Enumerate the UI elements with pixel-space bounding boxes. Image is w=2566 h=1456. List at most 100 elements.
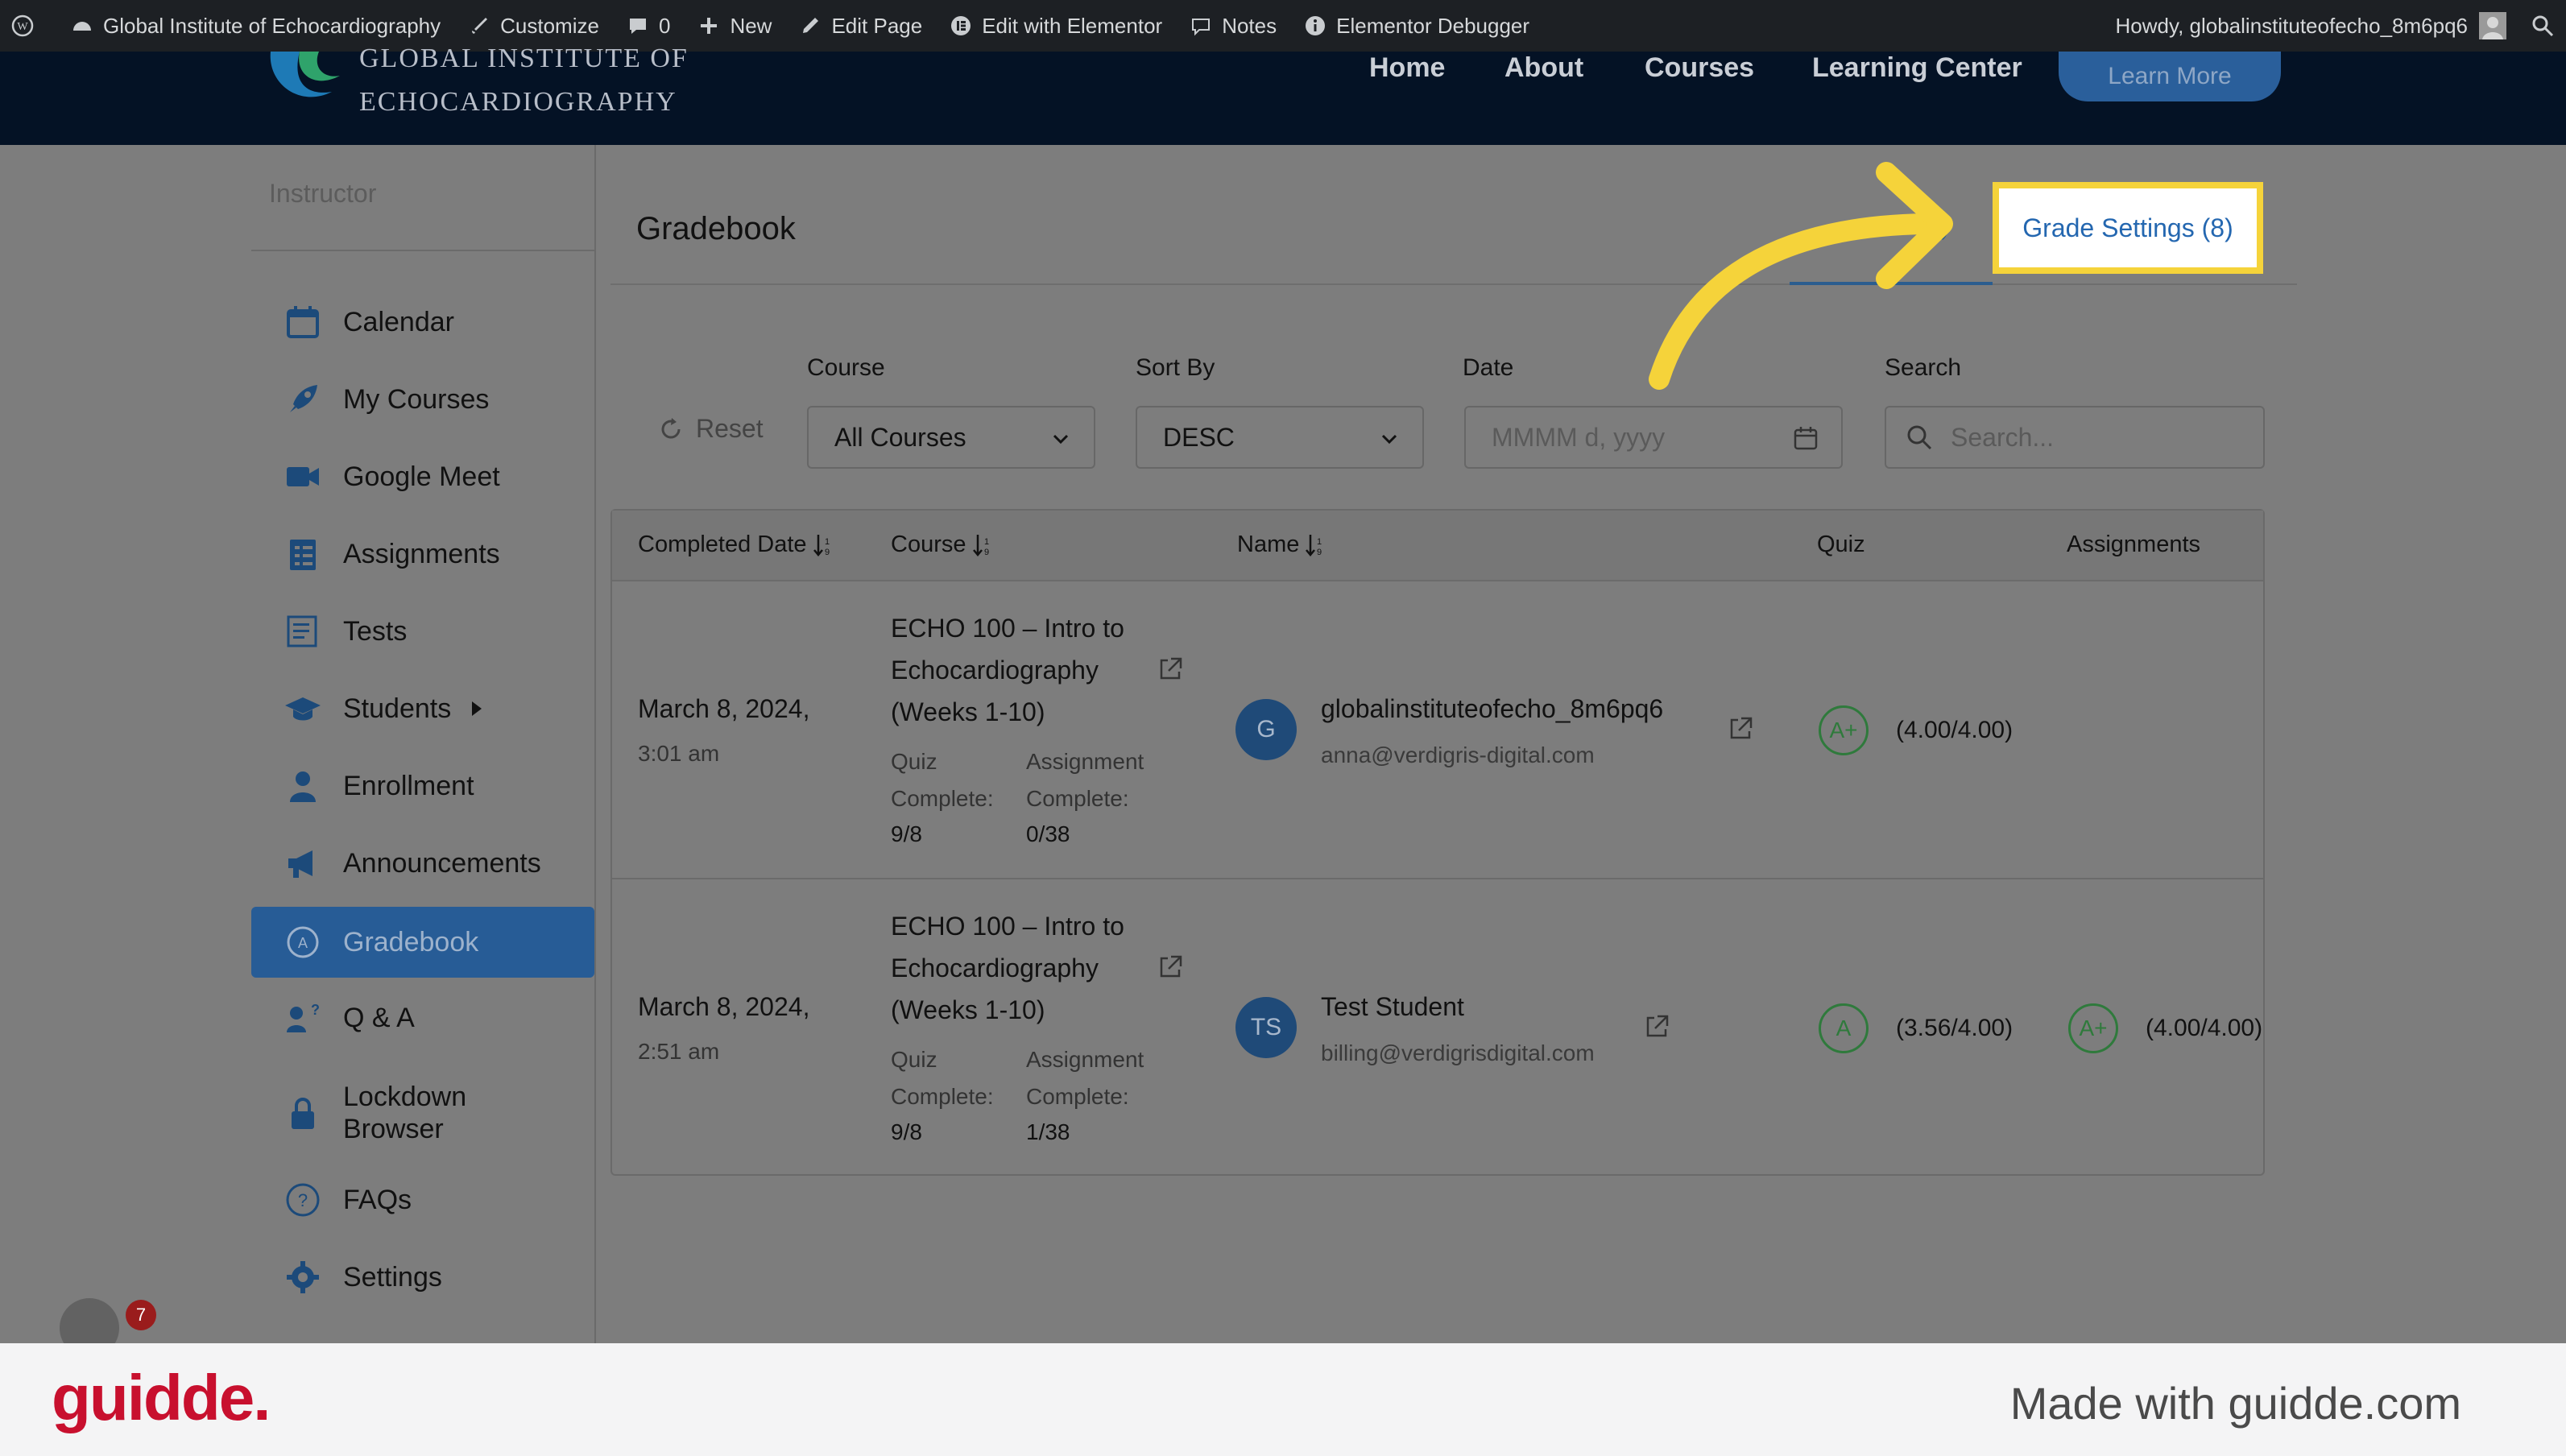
row1-course[interactable]: ECHO 100 – Intro to Echocardiography (We…: [891, 607, 1165, 733]
reset-button[interactable]: Reset: [657, 414, 764, 444]
made-with-text: Made with guidde.com: [2009, 1378, 2461, 1429]
user-icon: [284, 767, 322, 805]
row1-user-name[interactable]: globalinstituteofecho_8m6pq6: [1321, 694, 1663, 724]
sidebar-item-announcements[interactable]: Announcements: [251, 828, 594, 899]
calendar-icon: [284, 303, 322, 341]
row2-quiz-label: Quiz: [891, 1047, 937, 1072]
sidebar-item-google-meet[interactable]: Google Meet: [251, 441, 594, 512]
course-select[interactable]: All Courses: [807, 406, 1095, 469]
nav-home[interactable]: Home: [1369, 52, 1445, 84]
plus-icon: [701, 18, 718, 34]
external-link-icon[interactable]: [1643, 1013, 1670, 1040]
column-completed-date[interactable]: Completed Date 19: [638, 532, 836, 558]
row1-user-email: anna@verdigris-digital.com: [1321, 742, 1595, 767]
sidebar-item-label: Google Meet: [343, 461, 500, 492]
avatar-icon[interactable]: [2479, 12, 2506, 39]
wp-edit-page[interactable]: Edit Page: [799, 14, 922, 39]
column-quiz: Quiz: [1817, 532, 1865, 557]
row2-assign-complete: 1/38: [1026, 1119, 1070, 1144]
wp-site-name[interactable]: Global Institute of Echocardiography: [71, 14, 441, 39]
external-link-icon[interactable]: [1157, 656, 1184, 683]
guidde-logo: guidde.: [52, 1362, 271, 1433]
search-input[interactable]: Search...: [1885, 406, 2265, 469]
sidebar-item-faqs[interactable]: ? FAQs: [251, 1164, 594, 1235]
tests-icon: [284, 612, 322, 651]
wp-howdy[interactable]: Howdy, globalinstituteofecho_8m6pq6: [2116, 14, 2468, 39]
search-icon: [1907, 425, 1932, 450]
table-header: [612, 511, 2263, 581]
sidebar-item-label: Announcements: [343, 847, 541, 879]
row1-assign-complete: 0/38: [1026, 821, 1070, 846]
logo-text-line2: ECHOCARDIOGRAPHY: [359, 87, 677, 117]
sort-select[interactable]: DESC: [1136, 406, 1424, 469]
sidebar-item-settings[interactable]: Settings: [251, 1242, 594, 1313]
row2-assign-label: Assignment: [1026, 1047, 1144, 1072]
svg-text:1: 1: [1317, 537, 1322, 547]
site-logo-icon[interactable]: [267, 52, 348, 108]
sidebar-item-label: Enrollment: [343, 770, 474, 801]
sidebar-item-lockdown-browser[interactable]: Lockdown Browser: [251, 1074, 594, 1152]
assignment-grade-badge: A+: [2068, 1003, 2118, 1053]
row2-user-email: billing@verdigrisdigital.com: [1321, 1040, 1595, 1065]
sidebar-item-gradebook[interactable]: A Gradebook: [251, 907, 594, 978]
sidebar-item-label: Tests: [343, 615, 408, 647]
wp-edit-elementor[interactable]: Edit with Elementor: [950, 14, 1162, 39]
gradebook-table: [610, 509, 2265, 1176]
svg-text:A: A: [298, 935, 308, 951]
svg-text:1: 1: [984, 537, 989, 547]
course-filter-label: Course: [807, 354, 885, 381]
external-link-icon[interactable]: [1727, 715, 1754, 742]
guidde-footer: guidde. Made with guidde.com: [0, 1343, 2566, 1456]
wp-customize[interactable]: Customize: [468, 14, 599, 39]
quiz-score: (4.00/4.00): [1896, 717, 2013, 743]
learn-more-button[interactable]: Learn More: [2059, 52, 2281, 101]
sidebar-item-label: My Courses: [343, 383, 490, 415]
svg-text:?: ?: [298, 1190, 308, 1210]
wp-new[interactable]: New: [697, 14, 772, 39]
quiz-score: (3.56/4.00): [1896, 1015, 2013, 1041]
graduation-cap-icon: [284, 689, 322, 728]
avatar: G: [1235, 699, 1297, 760]
row2-quiz-label2: Complete:: [891, 1084, 994, 1109]
sidebar-item-my-courses[interactable]: My Courses: [251, 364, 594, 435]
wp-debugger[interactable]: Elementor Debugger: [1304, 14, 1529, 39]
sidebar-item-tests[interactable]: Tests: [251, 596, 594, 667]
nav-about[interactable]: About: [1504, 52, 1583, 84]
row2-assign-label2: Complete:: [1026, 1084, 1129, 1109]
wp-comments[interactable]: 0: [627, 14, 670, 39]
rocket-icon: [284, 380, 322, 419]
tab-grade-settings[interactable]: Grade Settings (8): [1993, 182, 2263, 274]
sidebar-item-label: Calendar: [343, 306, 454, 337]
brush-icon: [472, 18, 488, 34]
wordpress-logo-icon[interactable]: W: [11, 14, 43, 37]
row-divider: [612, 878, 2263, 879]
row2-course[interactable]: ECHO 100 – Intro to Echocardiography (We…: [891, 905, 1165, 1031]
logo-text-line1: GLOBAL INSTITUTE OF: [359, 43, 689, 68]
sidebar-item-label: Q & A: [343, 1002, 415, 1033]
calendar-icon: [1794, 427, 1818, 450]
sidebar-item-students[interactable]: Students: [251, 673, 594, 744]
external-link-icon[interactable]: [1157, 953, 1184, 981]
elementor-icon: [951, 16, 971, 35]
wp-notes[interactable]: Notes: [1190, 14, 1277, 39]
tabs-divider: [610, 283, 2297, 285]
sidebar-item-qa[interactable]: ? Q & A: [251, 982, 594, 1053]
column-name[interactable]: Name 19: [1237, 532, 1328, 558]
nav-courses[interactable]: Courses: [1645, 52, 1754, 84]
column-course[interactable]: Course 19: [891, 532, 995, 558]
svg-text:?: ?: [311, 1002, 320, 1018]
sidebar-item-assignments[interactable]: Assignments: [251, 519, 594, 589]
site-header: GLOBAL INSTITUTE OF ECHOCARDIOGRAPHY Hom…: [0, 43, 2566, 145]
info-icon: [1306, 16, 1326, 35]
row2-time: 2:51 am: [638, 1039, 720, 1064]
date-input[interactable]: MMMM d, yyyy: [1464, 406, 1843, 469]
refresh-icon: [661, 417, 681, 439]
search-icon[interactable]: [2531, 14, 2555, 38]
nav-learning-center[interactable]: Learning Center: [1812, 52, 2022, 84]
row1-quiz-label2: Complete:: [891, 786, 994, 811]
row2-user-name[interactable]: Test Student: [1321, 992, 1464, 1022]
assignment-icon: [284, 535, 322, 573]
sidebar-item-calendar[interactable]: Calendar: [251, 287, 594, 358]
qa-icon: ?: [284, 999, 322, 1037]
sidebar-item-enrollment[interactable]: Enrollment: [251, 751, 594, 821]
